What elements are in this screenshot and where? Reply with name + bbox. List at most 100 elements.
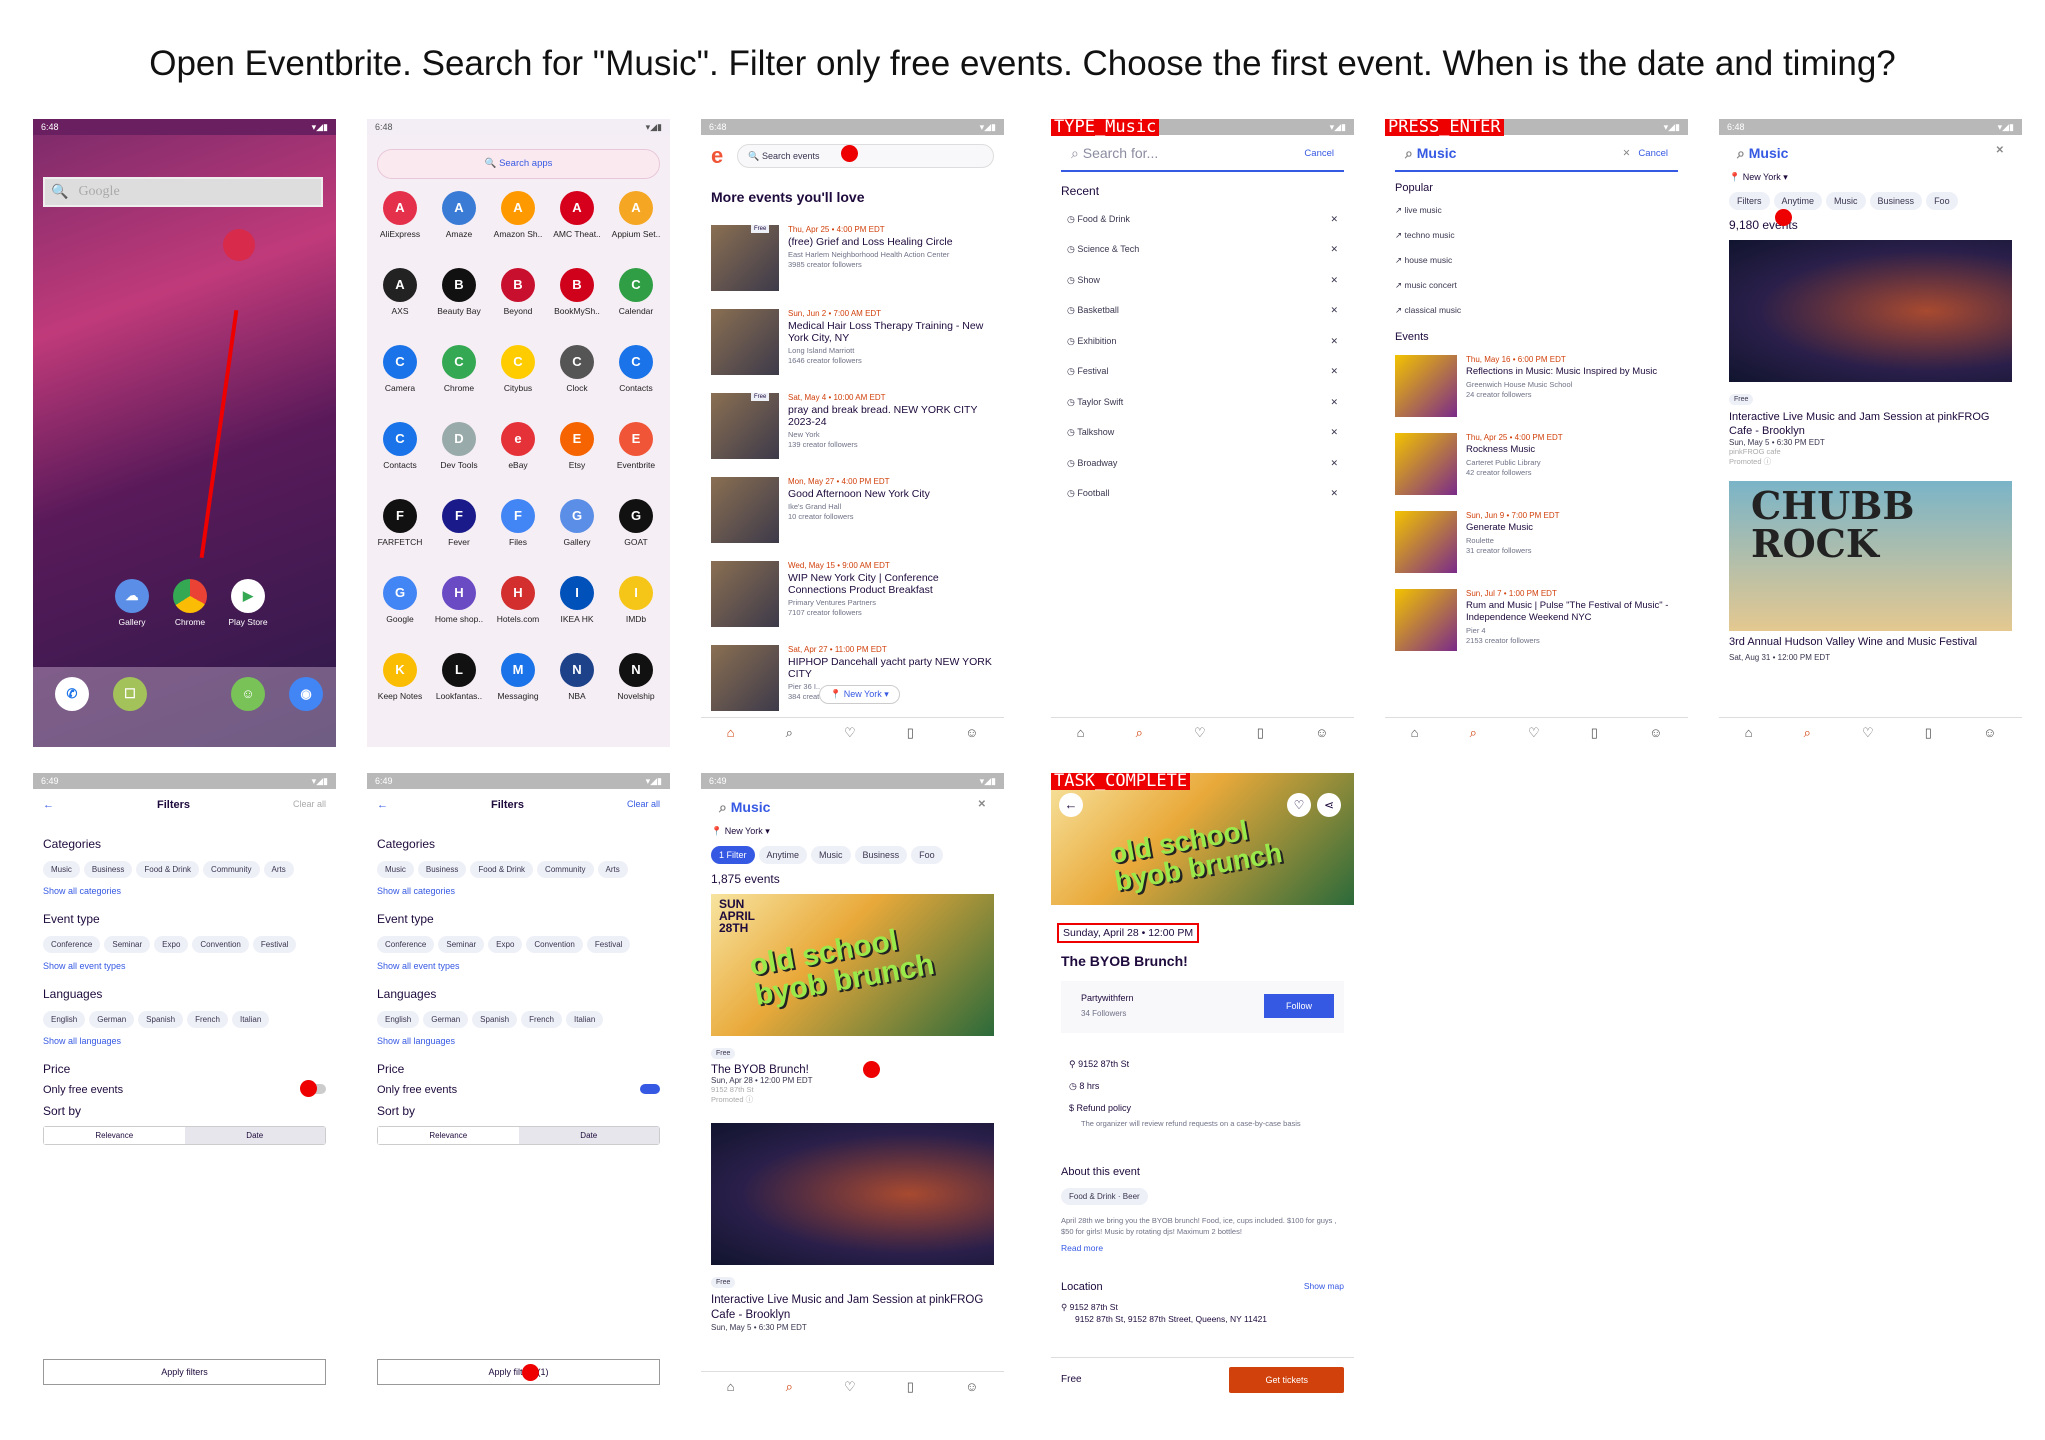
app-33[interactable]: N NBA (548, 653, 606, 701)
app-21[interactable]: F Fever (430, 499, 488, 547)
cancel-button[interactable]: Cancel (1304, 148, 1334, 159)
clear-icon[interactable]: ✕ (1622, 148, 1630, 159)
filter-chip[interactable]: Business (1869, 192, 1923, 210)
app-30[interactable]: K Keep Notes (371, 653, 429, 701)
show-map-link[interactable]: Show map (1304, 1281, 1344, 1293)
app-34[interactable]: N Novelship (607, 653, 665, 701)
app-17[interactable]: e eBay (489, 422, 547, 470)
home-icon[interactable]: ⌂ (1745, 725, 1753, 740)
clear-all-button[interactable]: Clear all (627, 799, 660, 811)
heart-icon[interactable]: ♡ (1528, 725, 1540, 741)
search-input[interactable]: ⌕ Music (719, 799, 770, 816)
filter-option[interactable]: Arts (597, 861, 628, 878)
clear-icon[interactable]: ✕ (1996, 145, 2004, 162)
sort-option[interactable]: Relevance (44, 1127, 185, 1144)
location-pill[interactable]: 📍 New York ▾ (819, 685, 900, 704)
filter-option[interactable]: English (377, 1011, 420, 1028)
heart-icon[interactable]: ♡ (844, 1379, 856, 1395)
app-26[interactable]: H Home shop.. (430, 576, 488, 624)
free-events-toggle[interactable] (640, 1084, 660, 1094)
search-icon[interactable]: ⌕ (786, 1379, 793, 1395)
app-29[interactable]: I IMDb (607, 576, 665, 624)
profile-icon[interactable]: ☺ (1315, 725, 1328, 740)
popular-item[interactable]: ↗ classical music (1395, 298, 1678, 323)
show-all-link[interactable]: Show all languages (377, 1036, 660, 1046)
filter-option[interactable]: French (521, 1011, 562, 1028)
remove-icon[interactable]: ✕ (1330, 427, 1338, 438)
ticket-icon[interactable]: ▯ (907, 725, 914, 741)
clear-icon[interactable]: ✕ (978, 799, 986, 816)
app-play-store[interactable]: ▶ Play Store (219, 579, 277, 627)
location-selector[interactable]: 📍 New York ▾ (1729, 172, 2012, 183)
app-20[interactable]: F FARFETCH (371, 499, 429, 547)
popular-item[interactable]: ↗ live music (1395, 198, 1678, 223)
home-icon[interactable]: ⌂ (727, 725, 735, 740)
event-title[interactable]: Interactive Live Music and Jam Session a… (1729, 410, 2012, 438)
profile-icon[interactable]: ☺ (1649, 725, 1662, 740)
filter-option[interactable]: German (89, 1011, 135, 1028)
share-icon[interactable]: ⋖ (1317, 793, 1341, 817)
filter-option[interactable]: German (423, 1011, 469, 1028)
app-12[interactable]: C Citybus (489, 345, 547, 393)
sort-option[interactable]: Relevance (378, 1127, 519, 1144)
event-title-2[interactable]: Interactive Live Music and Jam Session a… (711, 1293, 994, 1323)
home-icon[interactable]: ⌂ (1411, 725, 1419, 740)
event-result[interactable]: Thu, May 16 • 6:00 PM EDT Reflections in … (1395, 355, 1678, 417)
remove-icon[interactable]: ✕ (1330, 214, 1338, 225)
app-31[interactable]: L Lookfantas.. (430, 653, 488, 701)
filter-chip[interactable]: Music (1826, 192, 1866, 210)
app-19[interactable]: E Eventbrite (607, 422, 665, 470)
remove-icon[interactable]: ✕ (1330, 397, 1338, 408)
recent-item[interactable]: ◷ Science & Tech ✕ (1051, 235, 1354, 266)
app-7[interactable]: B Beyond (489, 268, 547, 316)
heart-icon[interactable]: ♡ (1862, 725, 1874, 741)
filter-option[interactable]: Convention (192, 936, 249, 953)
show-all-link[interactable]: Show all categories (377, 886, 660, 896)
filter-chip[interactable]: Filters (1729, 192, 1770, 210)
event-card[interactable]: Thu, Apr 25 • 4:00 PM EDT (free) Grief an… (711, 225, 994, 291)
app-8[interactable]: B BookMySh.. (548, 268, 606, 316)
app-14[interactable]: C Contacts (607, 345, 665, 393)
filter-option[interactable]: Community (203, 861, 260, 878)
filter-option[interactable]: Expo (154, 936, 189, 953)
filter-option[interactable]: Italian (231, 1011, 270, 1028)
app-messages[interactable]: ☐ (101, 677, 159, 715)
event-image-2[interactable] (711, 1123, 994, 1265)
app-9[interactable]: C Calendar (607, 268, 665, 316)
app-10[interactable]: C Camera (371, 345, 429, 393)
filter-chip[interactable]: Music (811, 846, 851, 864)
popular-item[interactable]: ↗ house music (1395, 248, 1678, 273)
app-25[interactable]: G Google (371, 576, 429, 624)
profile-icon[interactable]: ☺ (965, 725, 978, 740)
popular-item[interactable]: ↗ music concert (1395, 273, 1678, 298)
event-card[interactable]: Sat, May 4 • 10:00 AM EDT pray and break … (711, 393, 994, 459)
show-all-link[interactable]: Show all event types (43, 961, 326, 971)
filter-option[interactable]: Business (417, 861, 467, 878)
filter-option[interactable]: Food & Drink (470, 861, 534, 878)
filter-option[interactable]: Festival (252, 936, 297, 953)
back-arrow-icon[interactable]: ← (43, 799, 54, 811)
get-tickets-button[interactable]: Get tickets (1229, 1366, 1344, 1393)
filter-chip[interactable]: Anytime (758, 846, 808, 864)
app-gallery[interactable]: ☁ Gallery (103, 579, 161, 627)
ticket-icon[interactable]: ▯ (1257, 725, 1264, 741)
location-selector[interactable]: 📍 New York ▾ (711, 826, 994, 837)
filter-option[interactable]: Food & Drink (136, 861, 200, 878)
filter-option[interactable]: English (43, 1011, 86, 1028)
filter-option[interactable]: Arts (263, 861, 294, 878)
search-icon[interactable]: ⌕ (1136, 725, 1143, 741)
event-card[interactable]: Sun, Jun 2 • 7:00 AM EDT Medical Hair Los… (711, 309, 994, 375)
show-all-link[interactable]: Show all languages (43, 1036, 326, 1046)
search-input[interactable]: ⌕ Search for... (1071, 145, 1158, 162)
ticket-icon[interactable]: ▯ (907, 1379, 914, 1395)
filter-option[interactable]: Italian (565, 1011, 604, 1028)
apply-filters-button[interactable]: Apply filters (43, 1359, 326, 1385)
recent-item[interactable]: ◷ Show ✕ (1051, 265, 1354, 296)
app-6[interactable]: B Beauty Bay (430, 268, 488, 316)
heart-icon[interactable]: ♡ (844, 725, 856, 741)
event-image[interactable]: SUN APRIL 28TH old school byob brunch (711, 894, 994, 1036)
app-28[interactable]: I IKEA HK (548, 576, 606, 624)
app-11[interactable]: C Chrome (430, 345, 488, 393)
profile-icon[interactable]: ☺ (965, 1379, 978, 1394)
remove-icon[interactable]: ✕ (1330, 336, 1338, 347)
